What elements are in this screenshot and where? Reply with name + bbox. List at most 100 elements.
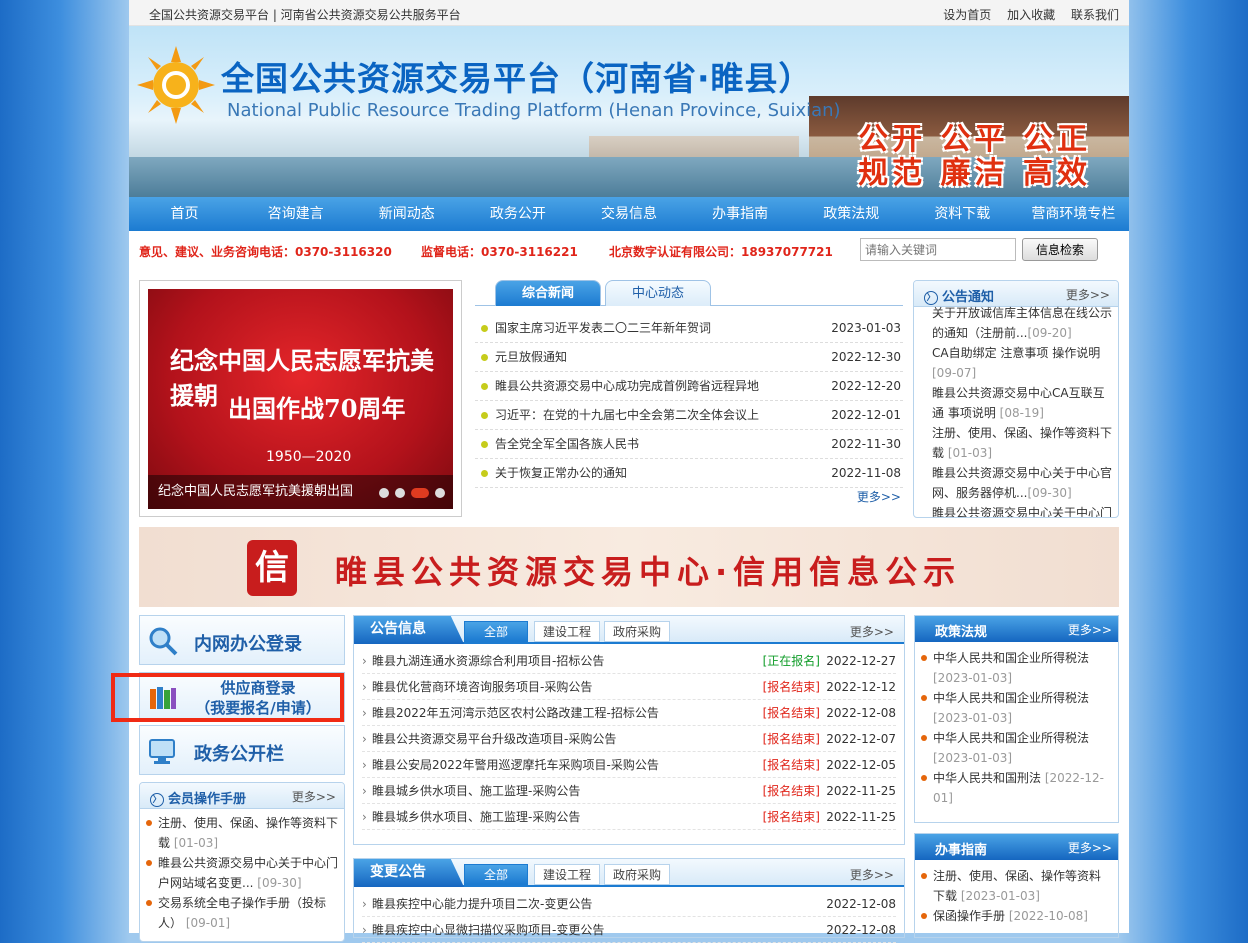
- tab-all[interactable]: 全部: [464, 864, 528, 885]
- slider-years: 1950—2020: [266, 449, 352, 465]
- credit-info-banner[interactable]: 信 睢县公共资源交易中心·信用信息公示: [139, 527, 1119, 607]
- news-more-link[interactable]: 更多>>: [857, 488, 901, 505]
- nav-downloads[interactable]: 资料下载: [907, 197, 1018, 231]
- policy-more-link[interactable]: 更多>>: [1068, 621, 1112, 638]
- announcement-item[interactable]: › 睢县城乡供水项目、施工监理-采购公告 [报名结束] 2022-11-25: [362, 778, 896, 804]
- ca-phone: 北京数字认证有限公司：18937077721: [609, 245, 833, 259]
- add-favorite-link[interactable]: 加入收藏: [1007, 8, 1055, 22]
- change-item[interactable]: › 睢县疾控中心能力提升项目二次-变更公告 2022-12-08: [362, 891, 896, 917]
- nav-business-env[interactable]: 营商环境专栏: [1018, 197, 1129, 231]
- guide-box: 办事指南 更多>> 注册、使用、保函、操作等资料下载 [2023-01-03] …: [914, 833, 1119, 938]
- news-item[interactable]: 关于恢复正常办公的通知 2022-11-08: [475, 459, 903, 488]
- tab-construction[interactable]: 建设工程: [534, 864, 601, 885]
- nav-consult[interactable]: 咨询建言: [240, 197, 351, 231]
- manual-item[interactable]: 睢县公共资源交易中心关于中心门户网站域名变更... [09-30]: [146, 853, 338, 893]
- bullet-icon: [146, 820, 152, 826]
- slider-image[interactable]: 纪念中国人民志愿军抗美援朝 出国作战70周年 1950—2020 纪念中国人民志…: [148, 289, 453, 509]
- policy-item[interactable]: 中华人民共和国刑法 [2022-12-01]: [921, 768, 1112, 808]
- search-input[interactable]: [860, 238, 1016, 261]
- slider-dot[interactable]: [435, 488, 445, 498]
- tab-center-news[interactable]: 中心动态: [605, 280, 711, 306]
- bullet-icon: [921, 735, 927, 741]
- nav-gov-affairs[interactable]: 政务公开: [462, 197, 573, 231]
- bullet-icon: [146, 900, 152, 906]
- tab-all[interactable]: 全部: [464, 621, 528, 642]
- announcement-list: › 睢县九湖连通水资源综合利用项目-招标公告 [正在报名] 2022-12-27 › 睢…: [354, 644, 904, 830]
- bullet-icon: [921, 873, 927, 879]
- notice-item[interactable]: 睢县公共资源交易中心关于中心门: [920, 503, 1112, 517]
- guide-list: 注册、使用、保函、操作等资料下载 [2023-01-03] 保函操作手册 [20…: [915, 860, 1118, 926]
- manual-item[interactable]: 交易系统全电子操作手册（投标人） [09-01]: [146, 893, 338, 933]
- change-panel: 变更公告 全部 建设工程 政府采购 更多>> › 睢县疾控中心能力提升项目二次-变…: [353, 858, 905, 943]
- consult-phone: 意见、建议、业务咨询电话：0370-3116320: [139, 245, 392, 259]
- nav-news[interactable]: 新闻动态: [351, 197, 462, 231]
- bullet-icon: [481, 441, 488, 448]
- arrow-icon: ›: [362, 784, 367, 798]
- credit-banner-text: 睢县公共资源交易中心·信用信息公示: [335, 553, 962, 591]
- search-button[interactable]: 信息检索: [1022, 238, 1098, 261]
- tab-construction[interactable]: 建设工程: [534, 621, 601, 642]
- bullet-icon: [481, 325, 488, 332]
- policy-item[interactable]: 中华人民共和国企业所得税法 [2023-01-03]: [921, 648, 1112, 688]
- notice-item[interactable]: CA自助绑定 注意事项 操作说明 [09-07]: [920, 343, 1112, 383]
- slider-dot[interactable]: [379, 488, 389, 498]
- announcement-item[interactable]: › 睢县公共资源交易平台升级改造项目-采购公告 [报名结束] 2022-12-07: [362, 726, 896, 752]
- news-item[interactable]: 睢县公共资源交易中心成功完成首例跨省远程异地 2022-12-20: [475, 372, 903, 401]
- slider-dot-active[interactable]: [411, 488, 429, 498]
- monitor-icon: [149, 739, 175, 764]
- policy-item[interactable]: 中华人民共和国企业所得税法 [2023-01-03]: [921, 728, 1112, 768]
- policy-title: 政策法规: [935, 625, 988, 640]
- supervise-phone: 监督电话：0370-3116221: [421, 245, 578, 259]
- announcement-item[interactable]: › 睢县2022年五河湾示范区农村公路改建工程-招标公告 [报名结束] 2022-12…: [362, 700, 896, 726]
- contact-us-link[interactable]: 联系我们: [1071, 8, 1119, 22]
- news-item[interactable]: 元旦放假通知 2022-12-30: [475, 343, 903, 372]
- announcement-more-link[interactable]: 更多>>: [850, 623, 894, 640]
- gov-affairs-button[interactable]: 政务公开栏: [139, 725, 345, 775]
- notice-box: 〉公告通知 更多>> 关于开放诚信库主体信息在线公示的通知（注册前...[09-…: [913, 280, 1119, 518]
- announcement-item[interactable]: › 睢县公安局2022年警用巡逻摩托车采购项目-采购公告 [报名结束] 2022-12…: [362, 752, 896, 778]
- announcement-item[interactable]: › 睢县城乡供水项目、施工监理-采购公告 [报名结束] 2022-11-25: [362, 804, 896, 830]
- arrow-icon: ›: [362, 758, 367, 772]
- arrow-icon: ›: [362, 680, 367, 694]
- nav-trade-info[interactable]: 交易信息: [573, 197, 684, 231]
- announcement-item[interactable]: › 睢县优化营商环境咨询服务项目-采购公告 [报名结束] 2022-12-12: [362, 674, 896, 700]
- notice-item[interactable]: 睢县公共资源交易中心CA互联互通 事项说明 [08-19]: [920, 383, 1112, 423]
- manual-item[interactable]: 注册、使用、保函、操作等资料下载 [01-03]: [146, 813, 338, 853]
- announcement-item[interactable]: › 睢县九湖连通水资源综合利用项目-招标公告 [正在报名] 2022-12-27: [362, 648, 896, 674]
- bullet-icon: [921, 655, 927, 661]
- intranet-login-button[interactable]: 内网办公登录: [139, 615, 345, 665]
- policy-item[interactable]: 中华人民共和国企业所得税法 [2023-01-03]: [921, 688, 1112, 728]
- arrow-icon: ›: [362, 706, 367, 720]
- change-more-link[interactable]: 更多>>: [850, 866, 894, 883]
- header-banner: 全国公共资源交易平台（河南省·睢县） National Public Resou…: [129, 26, 1129, 197]
- change-item[interactable]: › 睢县疾控中心显微扫描仪采购项目-变更公告 2022-12-08: [362, 917, 896, 943]
- nav-home[interactable]: 首页: [129, 197, 240, 231]
- guide-title: 办事指南: [935, 843, 988, 858]
- notice-item[interactable]: 关于开放诚信库主体信息在线公示的通知（注册前...[09-20]: [920, 303, 1112, 343]
- guide-item[interactable]: 注册、使用、保函、操作等资料下载 [2023-01-03]: [921, 866, 1112, 906]
- tab-procurement[interactable]: 政府采购: [604, 864, 671, 885]
- bullet-icon: [481, 412, 488, 419]
- news-tabs: 综合新闻 中心动态: [475, 280, 903, 306]
- slider-headline-2: 出国作战70周年: [228, 394, 406, 423]
- tab-general-news[interactable]: 综合新闻: [495, 280, 601, 306]
- manual-more-link[interactable]: 更多>>: [292, 788, 336, 805]
- set-homepage-link[interactable]: 设为首页: [943, 8, 991, 22]
- bullet-icon: [921, 913, 927, 919]
- nav-guide[interactable]: 办事指南: [685, 197, 796, 231]
- announcement-title: 公告信息: [354, 616, 464, 644]
- slider-dot[interactable]: [395, 488, 405, 498]
- guide-item[interactable]: 保函操作手册 [2022-10-08]: [921, 906, 1112, 926]
- nav-policy[interactable]: 政策法规: [796, 197, 907, 231]
- bullet-icon: [921, 695, 927, 701]
- arrow-icon: ›: [362, 897, 367, 911]
- guide-more-link[interactable]: 更多>>: [1068, 839, 1112, 856]
- arrow-icon: ›: [362, 732, 367, 746]
- notice-item[interactable]: 睢县公共资源交易中心关于中心官网、服务器停机...[09-30]: [920, 463, 1112, 503]
- news-item[interactable]: 习近平：在党的十九届七中全会第二次全体会议上 2022-12-01: [475, 401, 903, 430]
- notice-item[interactable]: 注册、使用、保函、操作等资料下载 [01-03]: [920, 423, 1112, 463]
- news-item[interactable]: 告全党全军全国各族人民书 2022-11-30: [475, 430, 903, 459]
- tab-procurement[interactable]: 政府采购: [604, 621, 671, 642]
- slogan-line-2: 规范 廉洁 高效: [858, 156, 1091, 191]
- news-item[interactable]: 国家主席习近平发表二〇二三年新年贺词 2023-01-03: [475, 314, 903, 343]
